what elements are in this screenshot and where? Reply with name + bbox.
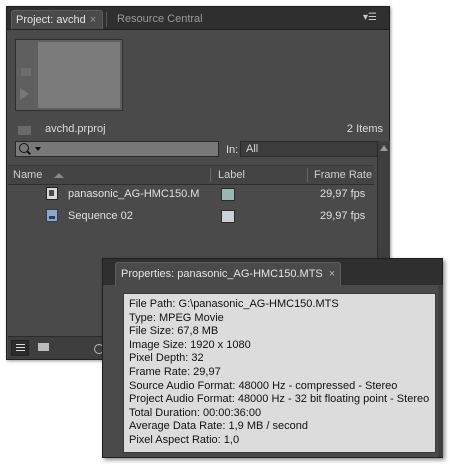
column-label[interactable]: Label: [218, 169, 245, 181]
property-line: Pixel Aspect Ratio: 1,0: [129, 433, 240, 446]
property-line: Image Size: 1920 x 1080: [129, 338, 251, 351]
column-header: Name Label Frame Rate: [8, 165, 374, 185]
play-icon[interactable]: [20, 88, 29, 100]
item-frame-rate: 29,97 fps: [320, 210, 366, 222]
in-select[interactable]: All: [240, 141, 380, 157]
tab-divider: [106, 12, 107, 27]
list-view-button[interactable]: [11, 340, 29, 356]
tab-project-label: Project: avchd: [16, 14, 86, 26]
sequence-icon: [46, 209, 58, 222]
tab-resource-central[interactable]: Resource Central: [113, 10, 207, 29]
project-tab-bar: Project: avchd × Resource Central ▾☰: [7, 7, 389, 30]
film-icon: [21, 68, 31, 76]
column-frame-rate[interactable]: Frame Rate: [314, 169, 372, 181]
preview-image: [38, 42, 120, 108]
property-line: Pixel Depth: 32: [129, 352, 204, 365]
item-name: panasonic_AG-HMC150.M: [68, 188, 200, 200]
properties-tab-bar: Properties: panasonic_AG-HMC150.MTS ×: [103, 259, 442, 286]
properties-content: File Path: G:\panasonic_AG-HMC150.MTS Ty…: [123, 293, 436, 453]
tab-resource-central-label: Resource Central: [117, 13, 203, 25]
project-file-name: avchd.prproj: [45, 123, 106, 135]
item-frame-rate: 29,97 fps: [320, 188, 366, 200]
column-divider[interactable]: [210, 168, 211, 182]
column-name[interactable]: Name: [13, 169, 42, 181]
property-line: File Size: 67,8 MB: [129, 325, 219, 338]
property-line: Project Audio Format: 48000 Hz - 32 bit …: [129, 393, 430, 406]
property-line: Source Audio Format: 48000 Hz - compress…: [129, 379, 398, 392]
list-icon: [16, 344, 25, 345]
vertical-scrollbar[interactable]: [438, 285, 443, 457]
tab-properties[interactable]: Properties: panasonic_AG-HMC150.MTS ×: [115, 262, 342, 286]
column-divider[interactable]: [307, 168, 308, 182]
tab-project[interactable]: Project: avchd ×: [11, 10, 103, 29]
label-swatch[interactable]: [221, 210, 235, 223]
close-icon[interactable]: ×: [329, 268, 335, 280]
preview-thumbnail: [15, 39, 123, 111]
icon-view-icon: [38, 343, 49, 351]
item-name: Sequence 02: [68, 210, 133, 222]
chevron-down-icon[interactable]: [35, 147, 41, 151]
search-icon[interactable]: [19, 143, 29, 153]
panel-menu-icon[interactable]: ▾☰: [363, 12, 377, 23]
items-count: 2 Items: [346, 123, 383, 135]
folder-icon: [18, 126, 31, 135]
in-label: In:: [226, 144, 239, 156]
scroll-up-icon[interactable]: [380, 145, 388, 151]
table-row[interactable]: Sequence 02 29,97 fps: [8, 205, 374, 227]
property-line: Type: MPEG Movie: [129, 311, 224, 324]
property-line: File Path: G:\panasonic_AG-HMC150.MTS: [129, 298, 339, 310]
close-icon[interactable]: ×: [90, 14, 96, 26]
clip-icon: [46, 187, 58, 200]
sort-ascending-icon[interactable]: [54, 173, 64, 178]
search-input[interactable]: [15, 141, 219, 157]
label-swatch[interactable]: [221, 188, 235, 201]
icon-view-button[interactable]: [35, 340, 53, 356]
property-line: Average Data Rate: 1,9 MB / second: [129, 420, 308, 433]
table-row[interactable]: panasonic_AG-HMC150.M 29,97 fps: [8, 183, 374, 205]
property-line: Total Duration: 00:00:36:00: [129, 406, 262, 419]
tab-properties-label: Properties: panasonic_AG-HMC150.MTS: [121, 268, 323, 280]
property-line: Frame Rate: 29,97: [129, 365, 221, 378]
properties-panel: Properties: panasonic_AG-HMC150.MTS × Fil…: [102, 258, 443, 458]
